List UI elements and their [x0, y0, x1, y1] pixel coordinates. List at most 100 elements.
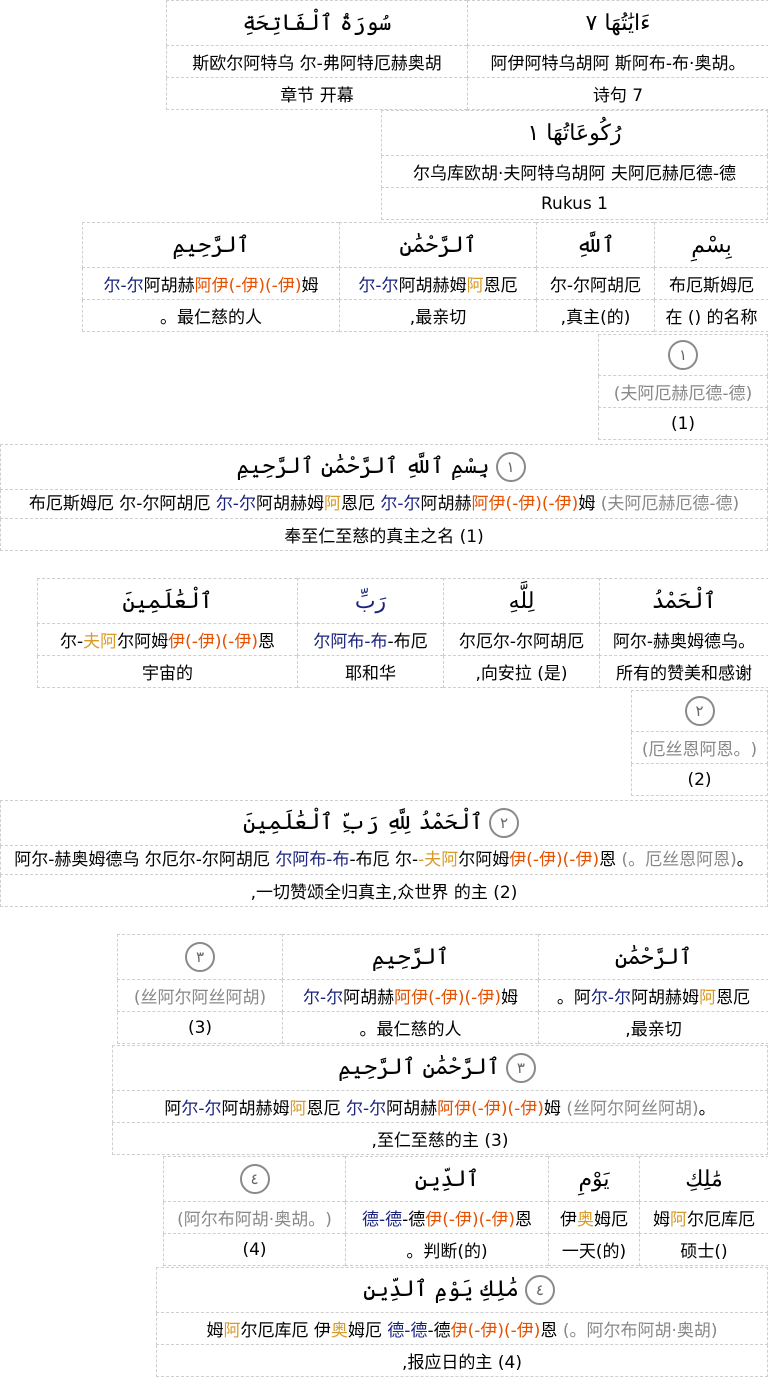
tr-segment: 伊(-伊)(-伊)	[425, 1210, 515, 1230]
verse-transliteration: 。阿尔-尔阿胡赫姆阿恩厄 尔-尔阿胡赫阿伊(-伊)(-伊)姆 (丝阿尔阿丝阿胡)	[113, 1091, 768, 1123]
word-arabic: ٱلْحَمْدُ	[600, 579, 768, 624]
tr-segment: 阿	[290, 1099, 307, 1119]
tr-segment: 阿胡赫姆	[631, 988, 699, 1008]
tr-segment: 姆	[207, 1321, 224, 1341]
tr-segment: -德	[427, 1321, 450, 1341]
ayah-end-translation: (4)	[164, 1234, 346, 1266]
tr-segment: 姆	[578, 494, 600, 514]
word-transliteration: 尔-尔阿胡厄	[537, 268, 655, 300]
verse-arabic: ٣ٱلرَّحْمَٰنِ ٱلرَّحِيمِ	[113, 1046, 768, 1091]
verse-translation: (4) 报应日的主,	[157, 1345, 768, 1377]
tr-segment: 恩厄	[716, 988, 750, 1008]
word-arabic: ٱللَّهِ	[537, 223, 655, 268]
tr-segment: 尔-尔	[104, 276, 144, 296]
word-arabic: مَٰلِكِ	[640, 1157, 768, 1202]
tr-segment: 尔-尔	[358, 276, 398, 296]
ayah-end-translation: (2)	[632, 764, 768, 796]
tr-segment: 尔-尔	[346, 1099, 386, 1119]
tr-segment: 阿胡赫	[144, 276, 195, 296]
tr-segment: -布厄	[388, 632, 428, 652]
ayah-number-icon: ٢	[685, 696, 715, 726]
tr-segment: 尔-尔	[216, 494, 256, 514]
tr-segment: 阿	[467, 276, 484, 296]
tr-segment: 恩	[599, 850, 621, 870]
ayah-number-icon: ١	[496, 452, 526, 482]
surah-name-translation: 章节 开幕	[167, 78, 468, 110]
verse-transliteration: 姆阿尔厄库厄 伊奥姆厄 德-德-德伊(-伊)(-伊)恩 (。阿尔布阿胡·奥胡)	[157, 1313, 768, 1345]
ayah-number-icon: ٣	[185, 942, 215, 972]
verse-1-full: ١بِسْمِ ٱللَّهِ ٱلرَّحْمَٰنِ ٱلرَّحِيمِ …	[0, 444, 768, 551]
rukus-arabic: رُكُوعَاتُهَا ١	[382, 111, 768, 156]
tr-segment: 恩厄	[484, 276, 518, 296]
ayah-end-cell: ٤	[164, 1157, 346, 1202]
tr-segment: 阿胡赫姆	[399, 276, 467, 296]
verse-4-words: مَٰلِكِ يَوْمِ ٱلدِّينِ ٤ 姆阿尔厄库厄 伊奥姆厄 德-…	[163, 1156, 768, 1266]
word-arabic: يَوْمِ	[549, 1157, 640, 1202]
verse-3-full: ٣ٱلرَّحْمَٰنِ ٱلرَّحِيمِ 。阿尔-尔阿胡赫姆阿恩厄 尔-…	[112, 1045, 768, 1155]
tr-segment: 夫阿	[83, 632, 117, 652]
tr-segment: 阿伊(-伊)(-伊)	[394, 988, 501, 1008]
surah-header-table: ءَايَٰتُهَا ٧ سُورَةُ ٱلْفَاتِحَةِ 。阿伊阿特…	[166, 0, 768, 110]
verse-1-end-marker: ١ (夫阿厄赫厄德-德) (1)	[598, 334, 768, 440]
tr-segment: 尔-尔	[181, 1099, 221, 1119]
tr-segment: 尔厄库厄 伊	[241, 1321, 331, 1341]
verse-2-full: ٢ٱلْحَمْدُ لِلَّهِ رَبِّ ٱلْعَٰلَمِينَ 。…	[0, 800, 768, 907]
verse-arabic-text: مَٰلِكِ يَوْمِ ٱلدِّينِ	[363, 1277, 519, 1302]
word-transliteration: 尔-尔阿胡赫姆阿恩厄	[340, 268, 537, 300]
tr-segment: (。厄丝恩阿恩)	[622, 850, 737, 870]
ayah-number-icon: ١	[668, 340, 698, 370]
word-arabic: ٱلدِّينِ	[346, 1157, 549, 1202]
word-arabic: ٱلرَّحِيمِ	[283, 935, 539, 980]
tr-segment: 阿胡赫	[343, 988, 394, 1008]
verse-arabic-text: بِسْمِ ٱللَّهِ ٱلرَّحْمَٰنِ ٱلرَّحِيمِ	[236, 454, 489, 479]
word-translation: 在 () 的名称	[655, 300, 768, 332]
verse-arabic: ٢ٱلْحَمْدُ لِلَّهِ رَبِّ ٱلْعَٰلَمِينَ	[1, 801, 768, 846]
tr-segment: 阿	[324, 494, 341, 514]
tr-segment: 尔厄库厄	[687, 1210, 755, 1230]
tr-segment: 布-布	[347, 632, 387, 652]
word-transliteration: 尔厄尔-尔阿胡厄	[444, 624, 600, 656]
tr-segment: 阿	[224, 1321, 241, 1341]
word-transliteration: 德-德-德伊(-伊)(-伊)恩	[346, 1202, 549, 1234]
word-translation: (的)一天	[549, 1234, 640, 1266]
ayah-end-transliteration: (丝阿尔阿丝阿胡)	[118, 980, 283, 1012]
tr-segment: 尔-尔	[303, 988, 343, 1008]
tr-segment: 姆厄	[594, 1210, 628, 1230]
ayah-end-cell: ٢	[632, 691, 768, 732]
word-arabic: ٱلرَّحْمَٰنِ	[340, 223, 537, 268]
rukus-translation: Rukus 1	[382, 188, 768, 220]
tr-segment: 尔阿姆	[458, 850, 509, 870]
ayah-end-cell: ٣	[118, 935, 283, 980]
verse-translation: (2) 一切赞颂全归真主,众世界 的主,	[1, 875, 768, 907]
verse-arabic-text: ٱلرَّحْمَٰنِ ٱلرَّحِيمِ	[338, 1055, 500, 1080]
tr-segment: 阿胡赫	[386, 1099, 437, 1119]
word-arabic: ٱلرَّحْمَٰنِ	[539, 935, 768, 980]
tr-segment: -夫阿	[418, 850, 458, 870]
word-transliteration: 尔-尔阿胡赫阿伊(-伊)(-伊)姆	[283, 980, 539, 1012]
ayah-end-transliteration: (夫阿厄赫厄德-德)	[599, 376, 768, 408]
verse-arabic: ٤مَٰلِكِ يَوْمِ ٱلدِّينِ	[157, 1268, 768, 1313]
tr-segment: 姆	[501, 988, 518, 1008]
word-translation: 宇宙的	[38, 656, 298, 688]
word-transliteration: 尔阿布-布-布厄	[298, 624, 444, 656]
word-translation: (的)判断。	[346, 1234, 549, 1266]
word-arabic: بِسْمِ	[655, 223, 768, 268]
ayah-end-cell: ١	[599, 335, 768, 376]
verse-arabic: ١ بِسْمِ ٱللَّهِ ٱلرَّحْمَٰنِ ٱلرَّحِيمِ	[1, 445, 768, 490]
rukus-header-table: رُكُوعَاتُهَا ١ 尔乌库欧胡·夫阿特乌胡阿 夫阿厄赫厄德-德 Ru…	[381, 110, 768, 220]
tr-segment: 姆	[544, 1099, 566, 1119]
tr-segment: 尔-尔	[380, 494, 420, 514]
tr-segment: 阿伊(-伊)(-伊)	[472, 494, 579, 514]
tr-segment: 姆厄	[348, 1321, 387, 1341]
surah-name-transliteration: 斯欧尔阿特乌 尔-弗阿特厄赫奥胡	[167, 46, 468, 78]
tr-segment: (丝阿尔阿丝阿胡)	[566, 1099, 698, 1119]
tr-segment: 恩	[540, 1321, 562, 1341]
ayah-count-transliteration: 。阿伊阿特乌胡阿 斯阿布-布·奥胡	[468, 46, 768, 78]
verse-transliteration: 。阿尔-赫奥姆德乌 尔厄尔-尔阿胡厄 尔阿布-布-布厄 尔--夫阿尔阿姆伊(-伊…	[1, 846, 768, 875]
word-translation: ()硕士	[640, 1234, 768, 1266]
tr-segment: 阿	[670, 1210, 687, 1230]
verse-translation: (1) 奉至仁至慈的真主之名	[1, 519, 768, 551]
word-arabic: ٱلْعَٰلَمِينَ	[38, 579, 298, 624]
word-translation: 最仁慈的人。	[83, 300, 340, 332]
ayah-number-icon: ٣	[506, 1053, 536, 1083]
